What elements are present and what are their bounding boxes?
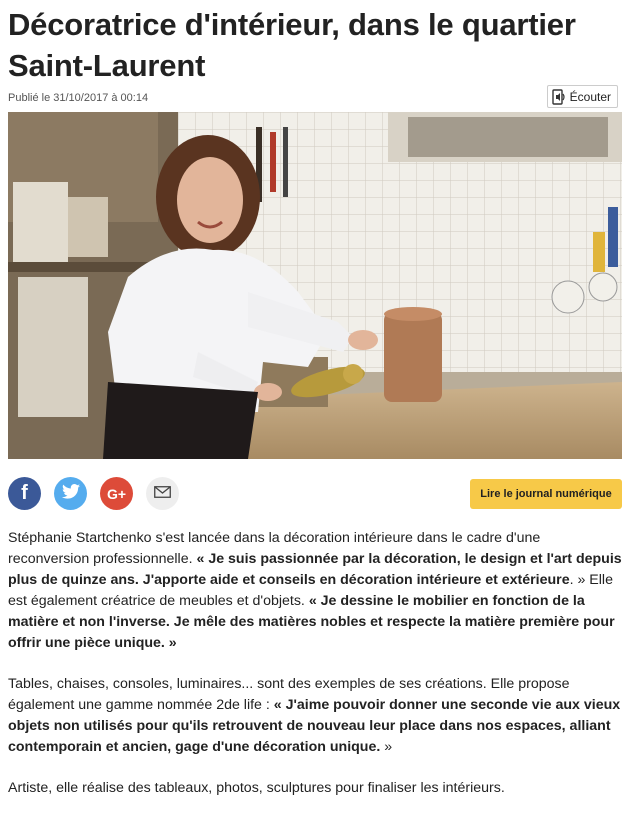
envelope-icon	[154, 485, 171, 503]
listen-button[interactable]: Écouter	[546, 85, 618, 108]
article-body: Stéphanie Startchenko s'est lancée dans …	[8, 528, 622, 819]
twitter-icon	[61, 483, 80, 504]
listen-label: Écouter	[569, 89, 611, 104]
publish-date: Publié le 31/10/2017 à 00:14	[8, 92, 149, 104]
article-title: Décoratrice d'intérieur, dans le quartie…	[8, 7, 576, 83]
speaker-icon	[551, 88, 566, 105]
social-share-bar: f G+	[8, 477, 179, 510]
twitter-share-button[interactable]	[54, 477, 87, 510]
article-paragraph: Tables, chaises, consoles, luminaires...…	[8, 676, 621, 755]
facebook-share-button[interactable]: f	[8, 477, 41, 510]
google-plus-icon: G+	[106, 485, 127, 502]
article-photo	[8, 112, 622, 459]
article-paragraph: Artiste, elle réalise des tableaux, phot…	[8, 780, 505, 796]
facebook-icon: f	[21, 482, 28, 504]
read-digital-edition-button[interactable]: Lire le journal numérique	[470, 479, 622, 509]
article-paragraph: Stéphanie Startchenko s'est lancée dans …	[8, 530, 622, 651]
email-share-button[interactable]	[146, 477, 179, 510]
google-plus-share-button[interactable]: G+	[100, 477, 133, 510]
